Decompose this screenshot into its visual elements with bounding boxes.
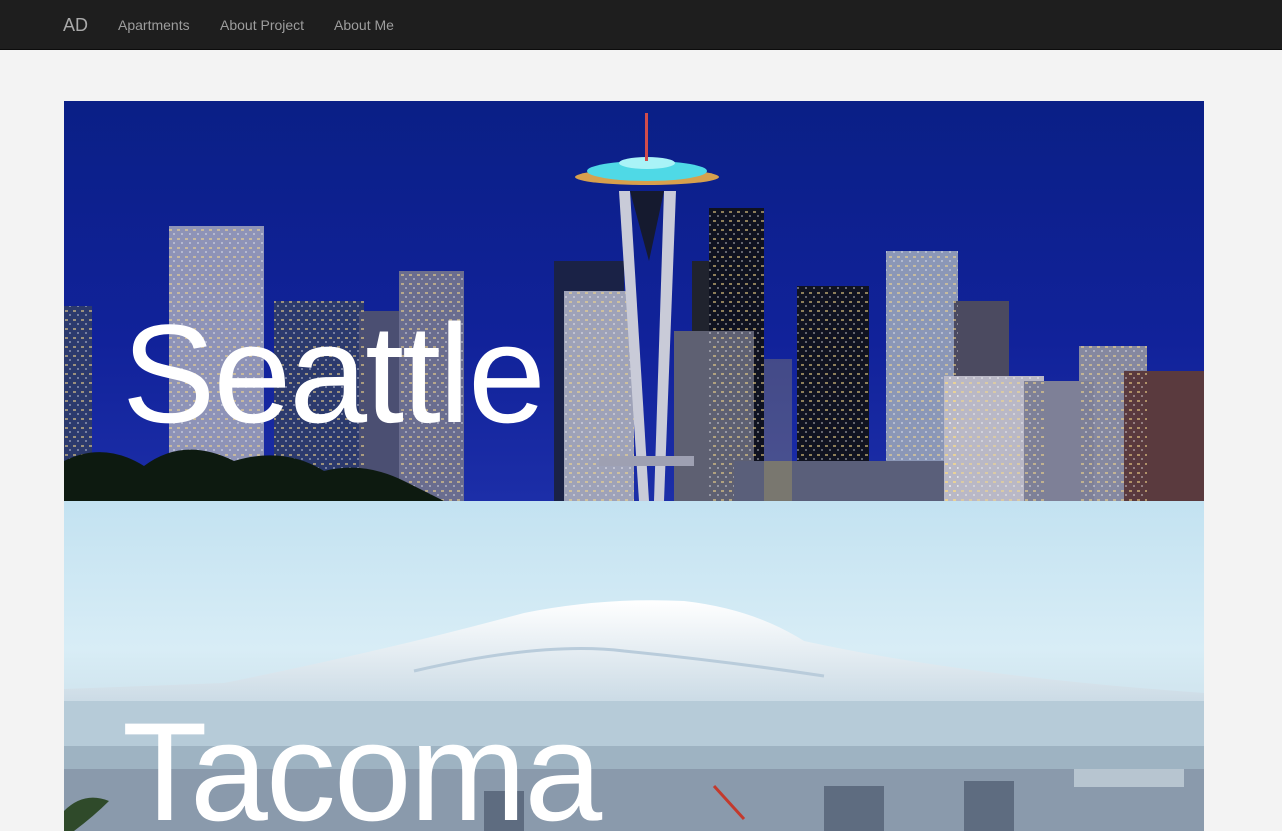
city-title-tacoma: Tacoma: [122, 693, 602, 831]
city-card-seattle[interactable]: Seattle: [64, 101, 1204, 501]
brand-logo-link[interactable]: AD: [63, 0, 88, 50]
city-title-seattle: Seattle: [122, 295, 546, 452]
nav-link-about-me[interactable]: About Me: [334, 0, 394, 50]
city-card-tacoma[interactable]: Tacoma: [64, 501, 1204, 831]
nav-link-about-project[interactable]: About Project: [220, 0, 304, 50]
nav-link-apartments[interactable]: Apartments: [118, 0, 190, 50]
top-navbar: AD Apartments About Project About Me: [0, 0, 1282, 50]
